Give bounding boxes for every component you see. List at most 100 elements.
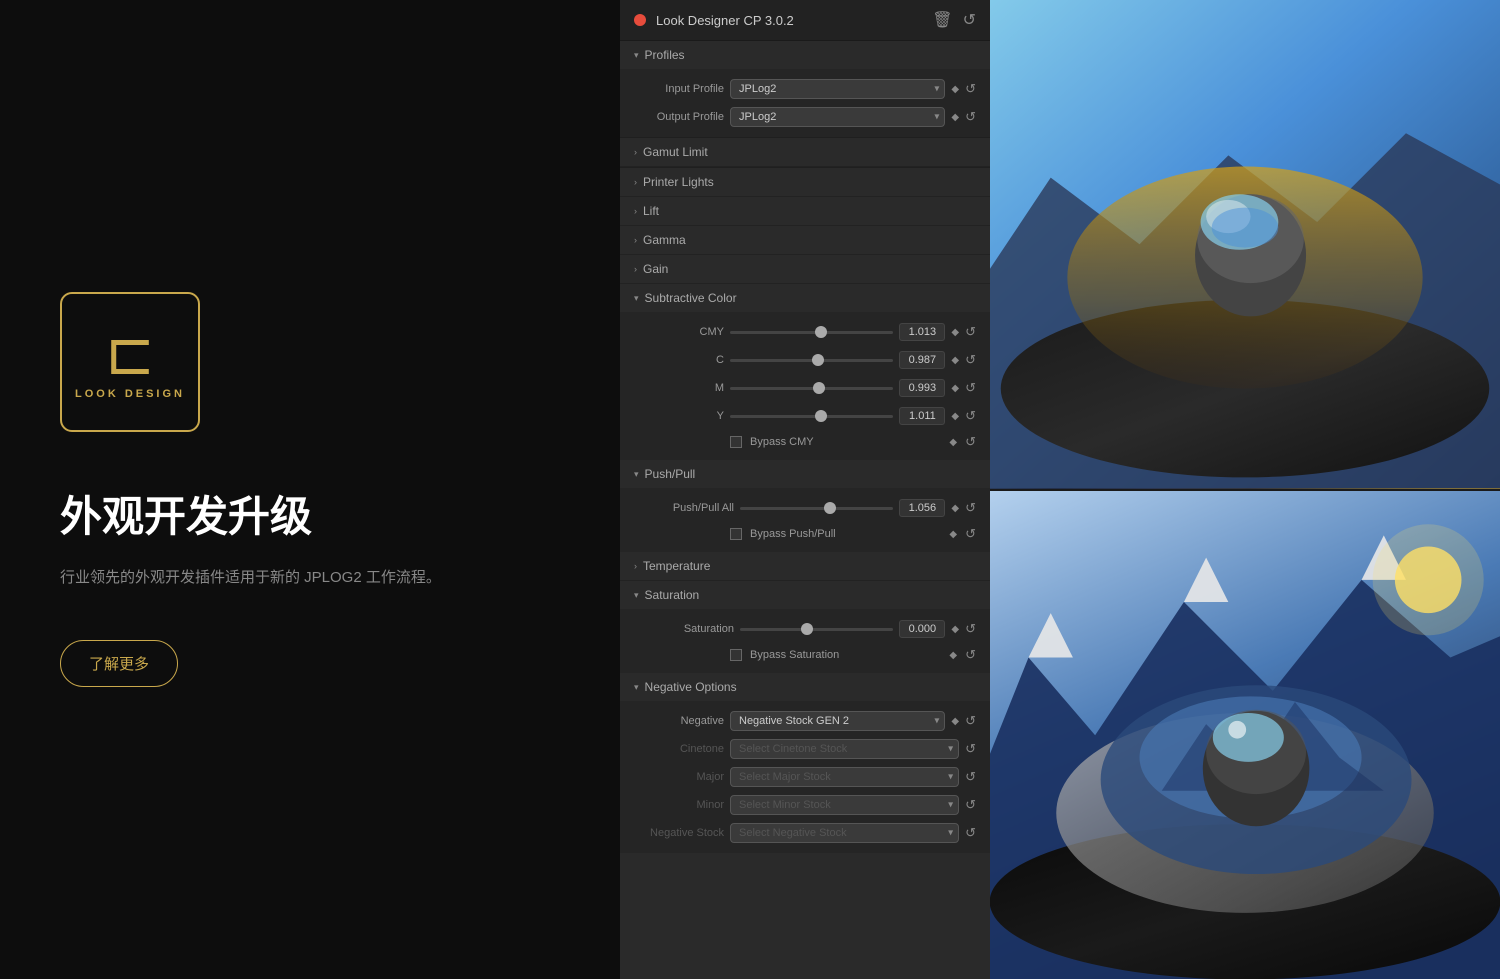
logo-text: LOOK DESIGN [75,388,185,400]
major-row: Major Select Major Stock ↺ [620,763,990,791]
pushpull-section: ▾ Push/Pull Push/Pull All 1.056 ◆ ↺ Bypa… [620,460,990,552]
negative-section: ▾ Negative Options Negative Negative Sto… [620,673,990,853]
major-reset[interactable]: ↺ [965,769,976,785]
y-slider[interactable] [730,415,893,418]
m-diamond[interactable]: ◆ [951,383,959,394]
cinetone-reset[interactable]: ↺ [965,741,976,757]
logo-icon: ⊏ [105,324,155,384]
cmy-reset[interactable]: ↺ [965,324,976,340]
preview-bottom [990,491,1500,979]
output-profile-select[interactable]: JPLog2 [730,107,945,127]
input-profile-wrapper[interactable]: JPLog2 [730,79,945,99]
input-profile-select[interactable]: JPLog2 [730,79,945,99]
pushpull-header[interactable]: ▾ Push/Pull [620,460,990,488]
negstock-wrapper[interactable]: Select Negative Stock [730,823,959,843]
plugin-title: Look Designer CP 3.0.2 [656,13,922,28]
gamma-chevron: › [634,235,637,245]
y-diamond[interactable]: ◆ [951,411,959,422]
bypass-sat-diamond[interactable]: ◆ [949,650,957,661]
gamut-header[interactable]: › Gamut Limit [620,138,990,167]
cinetone-select[interactable]: Select Cinetone Stock [730,739,959,759]
bypass-sat-reset[interactable]: ↺ [965,647,976,663]
negative-reset[interactable]: ↺ [965,713,976,729]
saturation-reset[interactable]: ↺ [965,621,976,637]
minor-wrapper[interactable]: Select Minor Stock [730,795,959,815]
pushpull-all-reset[interactable]: ↺ [965,500,976,516]
input-profile-reset[interactable]: ↺ [965,81,976,97]
bypass-cmy-checkbox[interactable] [730,436,742,448]
minor-select[interactable]: Select Minor Stock [730,795,959,815]
lift-header[interactable]: › Lift [620,197,990,226]
major-select[interactable]: Select Major Stock [730,767,959,787]
profiles-header[interactable]: ▾ Profiles [620,41,990,69]
gain-header[interactable]: › Gain [620,255,990,284]
gamut-chevron: › [634,147,637,157]
negative-diamond[interactable]: ◆ [951,716,959,727]
bypass-cmy-reset[interactable]: ↺ [965,434,976,450]
saturation-slider[interactable] [740,628,893,631]
pushpull-label: Push/Pull [645,467,696,481]
minor-reset[interactable]: ↺ [965,797,976,813]
c-diamond[interactable]: ◆ [951,355,959,366]
main-title: 外观开发升级 [60,492,312,542]
gain-section: › Gain [620,255,990,284]
gamut-section: › Gamut Limit [620,138,990,168]
gain-chevron: › [634,264,637,274]
y-value: 1.011 [899,407,945,425]
negative-wrapper[interactable]: Negative Stock GEN 2 Negative Stock GEN … [730,711,945,731]
negstock-select[interactable]: Select Negative Stock [730,823,959,843]
c-reset[interactable]: ↺ [965,352,976,368]
sub-text: 行业领先的外观开发插件适用于新的 JPLOG2 工作流程。 [60,566,441,590]
y-row: Y 1.011 ◆ ↺ [620,402,990,430]
major-wrapper[interactable]: Select Major Stock [730,767,959,787]
reset-icon[interactable]: ↺ [963,10,976,30]
cinetone-row: Cinetone Select Cinetone Stock ↺ [620,735,990,763]
profiles-content: Input Profile JPLog2 ◆ ↺ Output Profile … [620,69,990,137]
trash-icon[interactable]: 🗑 [932,10,952,30]
m-label: M [634,382,724,394]
pushpull-all-diamond[interactable]: ◆ [951,503,959,514]
minor-label: Minor [634,799,724,811]
gamma-label: Gamma [643,233,686,247]
profiles-section: ▾ Profiles Input Profile JPLog2 ◆ ↺ Outp… [620,41,990,138]
saturation-diamond[interactable]: ◆ [951,624,959,635]
gamma-header[interactable]: › Gamma [620,226,990,255]
output-profile-diamond[interactable]: ◆ [951,112,959,123]
cinetone-wrapper[interactable]: Select Cinetone Stock [730,739,959,759]
negstock-reset[interactable]: ↺ [965,825,976,841]
printer-header[interactable]: › Printer Lights [620,168,990,197]
input-profile-diamond[interactable]: ◆ [951,84,959,95]
bypass-pushpull-checkbox[interactable] [730,528,742,540]
plugin-body: ▾ Profiles Input Profile JPLog2 ◆ ↺ Outp… [620,41,990,979]
output-profile-reset[interactable]: ↺ [965,109,976,125]
bypass-pushpull-row: Bypass Push/Pull ◆ ↺ [620,522,990,546]
saturation-header[interactable]: ▾ Saturation [620,581,990,609]
bypass-saturation-checkbox[interactable] [730,649,742,661]
m-slider[interactable] [730,387,893,390]
bypass-pushpull-reset[interactable]: ↺ [965,526,976,542]
bypass-pushpull-diamond[interactable]: ◆ [949,529,957,540]
subtractive-header[interactable]: ▾ Subtractive Color [620,284,990,312]
pushpull-all-slider[interactable] [740,507,893,510]
plugin-header: Look Designer CP 3.0.2 🗑 ↺ [620,0,990,41]
cmy-slider[interactable] [730,331,893,334]
pushpull-chevron: ▾ [634,469,639,480]
m-thumb [813,382,825,394]
y-reset[interactable]: ↺ [965,408,976,424]
cmy-diamond[interactable]: ◆ [951,327,959,338]
learn-more-button[interactable]: 了解更多 [60,640,178,687]
m-row: M 0.993 ◆ ↺ [620,374,990,402]
m-reset[interactable]: ↺ [965,380,976,396]
c-slider[interactable] [730,359,893,362]
temperature-header[interactable]: › Temperature [620,552,990,581]
subtractive-section: ▾ Subtractive Color CMY 1.013 ◆ ↺ C [620,284,990,460]
input-profile-row: Input Profile JPLog2 ◆ ↺ [620,75,990,103]
bypass-cmy-diamond[interactable]: ◆ [949,437,957,448]
negative-content: Negative Negative Stock GEN 2 Negative S… [620,701,990,853]
negative-select[interactable]: Negative Stock GEN 2 Negative Stock GEN … [730,711,945,731]
major-label: Major [634,771,724,783]
bypass-cmy-label: Bypass CMY [750,436,814,448]
negative-header[interactable]: ▾ Negative Options [620,673,990,701]
c-label: C [634,354,724,366]
output-profile-wrapper[interactable]: JPLog2 [730,107,945,127]
